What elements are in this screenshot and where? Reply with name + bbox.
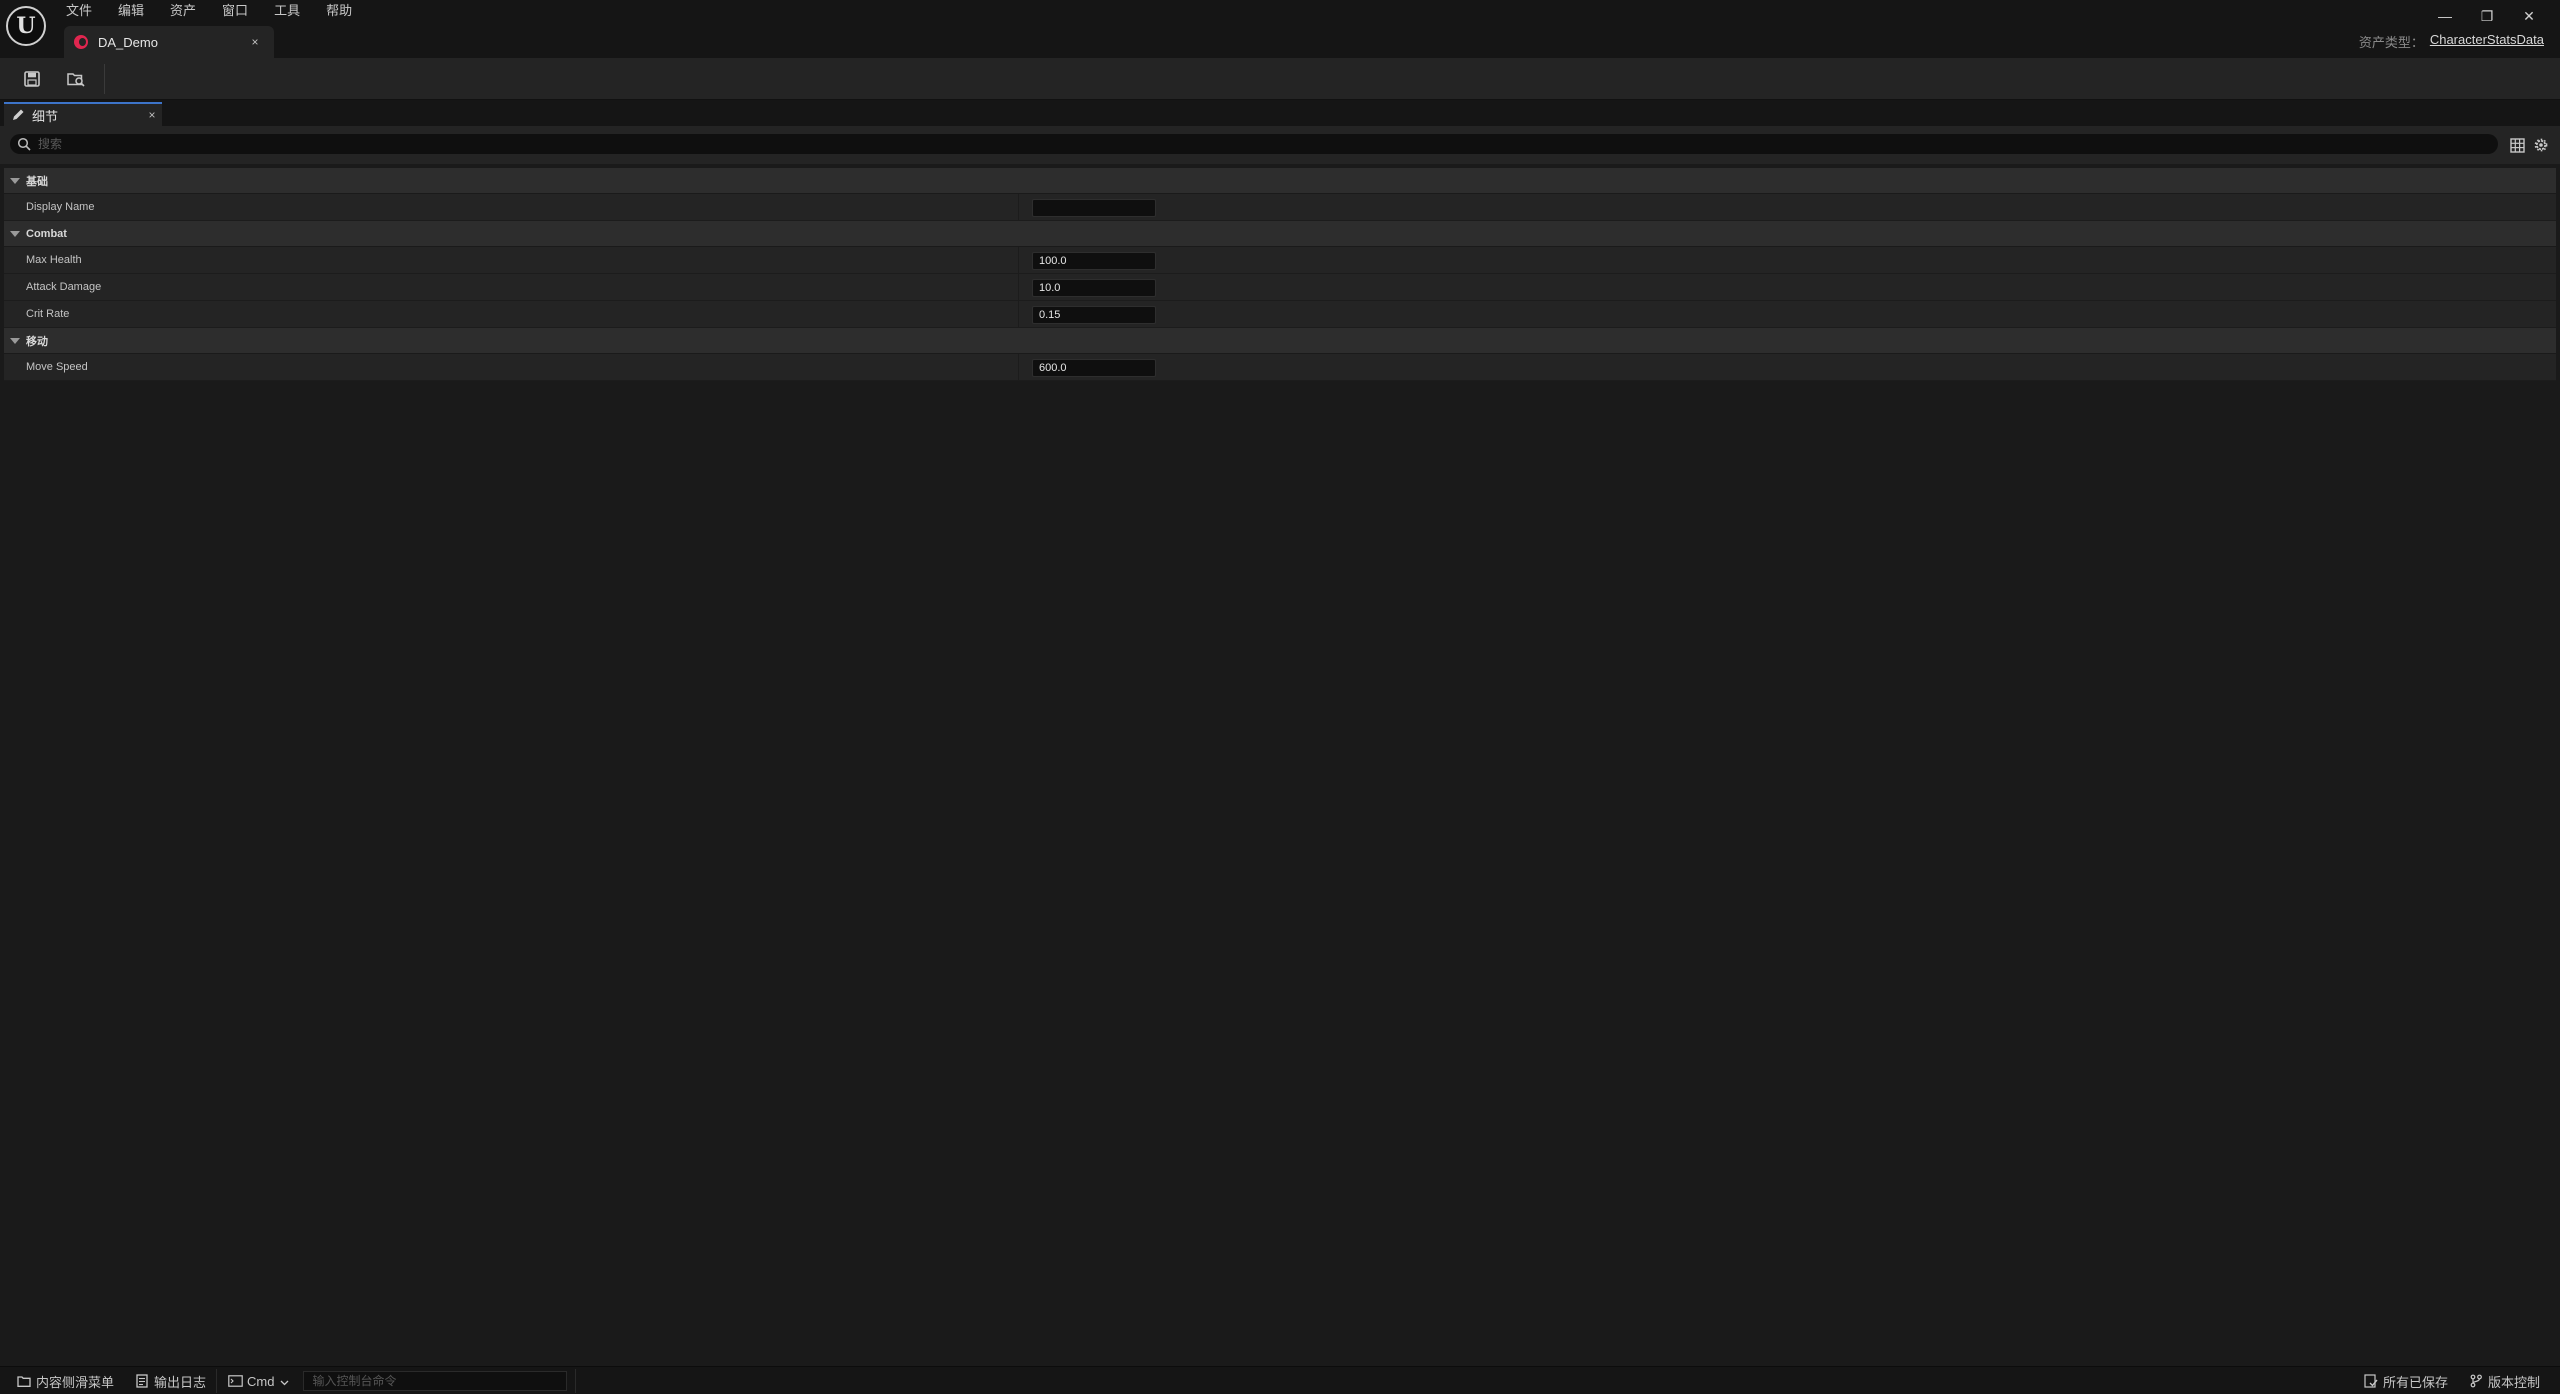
tab-details[interactable]: 细节 × <box>4 102 162 126</box>
output-log-button[interactable]: 输出日志 <box>124 1367 216 1394</box>
all-saved-label: 所有已保存 <box>2382 1374 2448 1390</box>
restore-button[interactable]: ❐ <box>2466 4 2508 28</box>
save-icon <box>24 70 40 87</box>
gear-icon <box>2534 138 2548 152</box>
asset-type-indicator: 资产类型： CharacterStatsData <box>2359 32 2544 51</box>
output-log-icon <box>134 1374 150 1388</box>
browse-to-asset-button[interactable] <box>58 64 94 94</box>
max-health-field[interactable] <box>1032 252 1156 270</box>
tab-details-label: 细节 <box>32 108 59 124</box>
chevron-down-icon <box>280 1374 289 1389</box>
document-tab[interactable]: DA_Demo × <box>64 26 274 58</box>
close-details-tab-icon[interactable]: × <box>142 108 162 122</box>
save-button[interactable] <box>14 64 50 94</box>
title-bar: U 文件 编辑 资产 窗口 工具 帮助 DA_Demo × — ❐ ✕ 资产类型… <box>0 0 2560 58</box>
cmd-label: Cmd <box>247 1373 275 1389</box>
asset-toolbar <box>0 58 2560 100</box>
property-matrix-button[interactable] <box>2508 136 2526 154</box>
property-row-crit-rate: Crit Rate <box>4 301 2556 328</box>
expand-arrow-icon[interactable] <box>10 177 20 184</box>
content-drawer-label: 内容侧滑菜单 <box>36 1374 115 1390</box>
attack-damage-field[interactable] <box>1032 279 1156 297</box>
saved-status-icon <box>2363 1374 2379 1388</box>
toolbar-divider <box>104 63 105 94</box>
unreal-logo-icon[interactable]: U <box>6 6 46 46</box>
minimize-button[interactable]: — <box>2424 4 2466 28</box>
menu-edit[interactable]: 编辑 <box>118 0 156 22</box>
pencil-icon <box>10 107 26 123</box>
property-name: Crit Rate <box>26 308 70 320</box>
search-input[interactable] <box>38 137 2498 151</box>
property-name: Display Name <box>26 201 95 213</box>
all-saved-button[interactable]: 所有已保存 <box>2353 1367 2458 1394</box>
column-splitter[interactable] <box>1018 247 1019 273</box>
content-drawer-button[interactable]: 内容侧滑菜单 <box>6 1367 124 1394</box>
property-row-max-health: Max Health <box>4 247 2556 274</box>
cmd-dropdown[interactable]: Cmd <box>217 1367 299 1394</box>
output-log-label: 输出日志 <box>154 1374 207 1390</box>
menu-tools[interactable]: 工具 <box>274 0 312 22</box>
console-command-input[interactable] <box>303 1371 568 1391</box>
document-tab-label: DA_Demo <box>98 34 158 50</box>
details-panel: 基础 Display Name Combat Max Health Attack… <box>0 126 2560 1366</box>
status-bar-left: 内容侧滑菜单 输出日志 Cmd <box>6 1367 577 1394</box>
property-row-attack-damage: Attack Damage <box>4 274 2556 301</box>
property-row-display-name: Display Name <box>4 194 2556 221</box>
property-name: Attack Damage <box>26 281 102 293</box>
column-splitter[interactable] <box>1018 194 1019 220</box>
category-movement[interactable]: 移动 <box>4 328 2556 354</box>
category-label: 移动 <box>26 335 48 348</box>
settings-button[interactable] <box>2532 136 2550 154</box>
search-box <box>10 134 2498 154</box>
grid-icon <box>2509 137 2525 153</box>
menu-file[interactable]: 文件 <box>66 0 104 22</box>
close-tab-icon[interactable]: × <box>244 35 266 49</box>
display-name-field[interactable] <box>1032 199 1156 217</box>
source-control-label: 版本控制 <box>2487 1374 2540 1390</box>
category-label: Combat <box>26 227 67 240</box>
property-row-move-speed: Move Speed <box>4 354 2556 381</box>
panel-tab-bar: 细节 × <box>0 100 2560 126</box>
menu-asset[interactable]: 资产 <box>170 0 208 22</box>
category-basic[interactable]: 基础 <box>4 168 2556 194</box>
menu-window[interactable]: 窗口 <box>222 0 260 22</box>
source-control-icon <box>2468 1374 2484 1388</box>
property-name: Move Speed <box>26 361 88 373</box>
category-combat[interactable]: Combat <box>4 221 2556 247</box>
property-name: Max Health <box>26 254 82 266</box>
content-drawer-icon <box>16 1374 32 1388</box>
browse-to-asset-icon <box>67 72 85 87</box>
window-controls: — ❐ ✕ <box>2424 4 2550 28</box>
expand-arrow-icon[interactable] <box>10 337 20 344</box>
menu-help[interactable]: 帮助 <box>326 0 364 22</box>
expand-arrow-icon[interactable] <box>10 230 20 237</box>
asset-type-label: 资产类型： <box>2358 35 2424 50</box>
data-asset-icon <box>74 35 88 49</box>
status-divider <box>575 1369 577 1393</box>
move-speed-field[interactable] <box>1032 359 1156 377</box>
close-window-button[interactable]: ✕ <box>2508 4 2550 28</box>
search-row <box>0 126 2560 164</box>
console-icon <box>227 1374 243 1388</box>
source-control-button[interactable]: 版本控制 <box>2458 1367 2550 1394</box>
column-splitter[interactable] <box>1018 301 1019 327</box>
search-icon <box>10 134 38 154</box>
property-list: 基础 Display Name Combat Max Health Attack… <box>4 168 2556 381</box>
status-bar-right: 所有已保存 版本控制 <box>2353 1367 2550 1394</box>
menu-bar: 文件 编辑 资产 窗口 工具 帮助 <box>66 0 378 22</box>
column-splitter[interactable] <box>1018 354 1019 380</box>
asset-type-link[interactable]: CharacterStatsData <box>2430 32 2544 51</box>
status-bar: 内容侧滑菜单 输出日志 Cmd 输入控制台命令 所有已保存 版本控制 <box>0 1366 2560 1394</box>
column-splitter[interactable] <box>1018 274 1019 300</box>
crit-rate-field[interactable] <box>1032 306 1156 324</box>
category-label: 基础 <box>26 175 48 188</box>
view-options <box>2502 136 2550 154</box>
